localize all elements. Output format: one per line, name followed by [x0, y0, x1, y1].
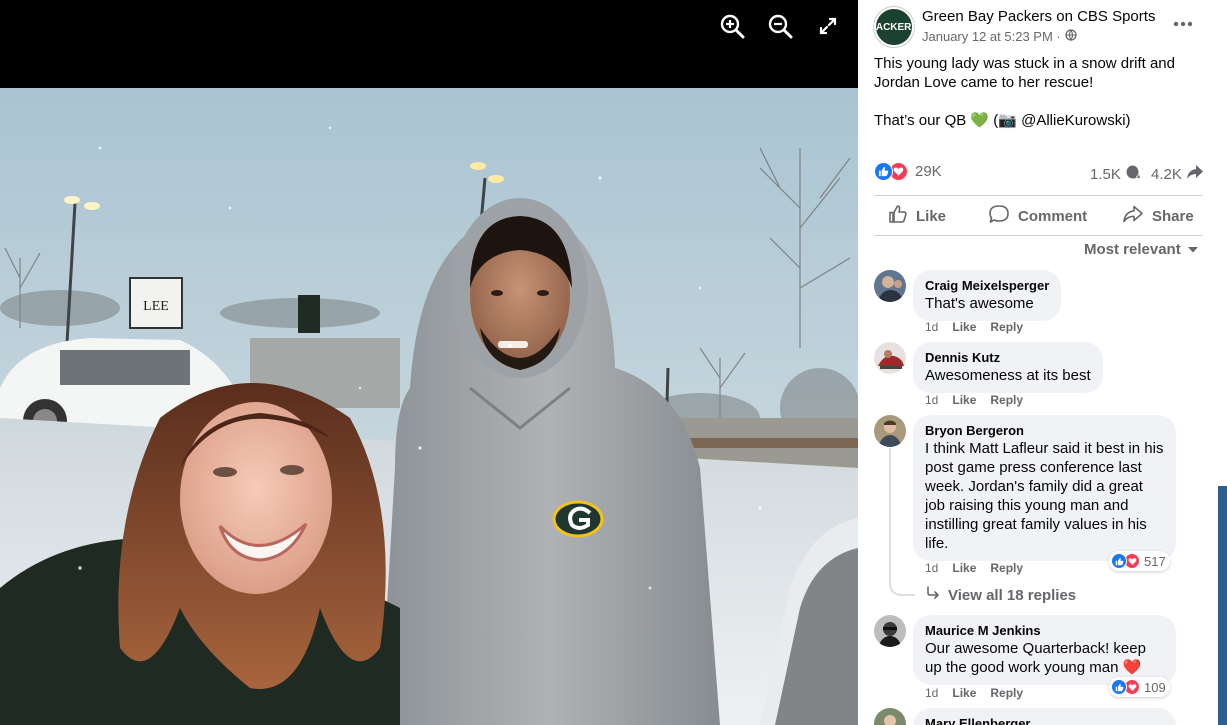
comment-bubble: Bryon Bergeron I think Matt Lafleur said…: [913, 415, 1176, 561]
comment-time[interactable]: 1d: [925, 561, 938, 575]
comment-like-button[interactable]: Like: [952, 393, 976, 407]
comment-actions: 1d Like Reply: [925, 393, 1023, 407]
comment-reactions[interactable]: 109: [1109, 677, 1170, 697]
more-options-icon[interactable]: [1168, 12, 1198, 36]
post-panel: PACKERS Green Bay Packers on CBS Sports …: [858, 0, 1218, 725]
divider: [874, 235, 1202, 236]
window-edge-background: [1218, 486, 1227, 725]
comment-bubble: Mary Ellenberger: [913, 708, 1176, 725]
comment-time[interactable]: 1d: [925, 393, 938, 407]
comment-like-button[interactable]: Like: [952, 320, 976, 334]
reply-arrow-icon: [926, 586, 940, 604]
chevron-down-icon: [1187, 241, 1199, 258]
comment-button[interactable]: Comment: [988, 198, 1087, 234]
page-name[interactable]: Green Bay Packers on CBS Sports: [922, 8, 1155, 25]
share-arrow-icon: [1186, 164, 1204, 184]
comment-actions: 1d Like Reply: [925, 320, 1023, 334]
comments-count[interactable]: 1.5K: [1090, 166, 1121, 183]
comment-like-button[interactable]: Like: [952, 561, 976, 575]
post-timestamp[interactable]: January 12 at 5:23 PM ·: [922, 29, 1077, 44]
page-avatar-text: PACKERS: [869, 21, 919, 33]
like-reaction-icon: [1111, 679, 1127, 695]
comment-actions: 1d Like Reply: [925, 561, 1023, 575]
avatar[interactable]: [874, 615, 906, 647]
share-button[interactable]: Share: [1122, 198, 1194, 234]
like-reaction-icon: [874, 162, 893, 181]
divider: [874, 195, 1202, 196]
post-photo: LEE: [0, 88, 858, 725]
comment-author[interactable]: Mary Ellenberger: [925, 716, 1164, 725]
comment-reply-button[interactable]: Reply: [990, 686, 1023, 700]
post-text-line: This young lady was stuck in a snow drif…: [874, 55, 1175, 91]
avatar[interactable]: [874, 708, 906, 725]
comment-icon: [988, 204, 1010, 228]
like-button-label: Like: [916, 207, 947, 225]
page-avatar[interactable]: PACKERS: [870, 7, 918, 47]
avatar[interactable]: [874, 342, 906, 374]
avatar[interactable]: [874, 270, 906, 302]
comment-author[interactable]: Maurice M Jenkins: [925, 623, 1164, 639]
comment-text: That's awesome: [925, 295, 1034, 312]
post-text-line: That’s our QB 💚 (📷 @AllieKurowski): [874, 112, 1131, 129]
comment-reactions[interactable]: 517: [1109, 551, 1170, 571]
comment-reaction-count: 517: [1144, 553, 1166, 569]
post-text: This young lady was stuck in a snow drif…: [874, 54, 1204, 149]
post-timestamp-text[interactable]: January 12 at 5:23 PM ·: [922, 29, 1061, 44]
comment-sort-label: Most relevant: [1084, 241, 1181, 258]
comment-time[interactable]: 1d: [925, 320, 938, 334]
comment-bubble: Maurice M Jenkins Our awesome Quarterbac…: [913, 615, 1176, 685]
comment-button-label: Comment: [1018, 207, 1088, 225]
comment-bubble-icon: [1125, 164, 1141, 184]
comment-sort-dropdown[interactable]: Most relevant: [1084, 241, 1199, 258]
comment-reply-button[interactable]: Reply: [990, 561, 1023, 575]
comment-bubble: Dennis Kutz Awesomeness at its best: [913, 342, 1103, 393]
comment-author[interactable]: Bryon Bergeron: [925, 423, 1164, 439]
globe-icon: [1065, 29, 1077, 44]
comments-count-link[interactable]: 1.5K: [1090, 164, 1141, 184]
zoom-in-icon[interactable]: [718, 12, 746, 40]
shares-count[interactable]: 4.2K: [1151, 166, 1182, 183]
photo-viewer: LEE: [0, 0, 858, 725]
comment-bubble: Craig Meixelsperger That's awesome: [913, 270, 1062, 321]
fullscreen-icon[interactable]: [814, 12, 842, 40]
comment-author[interactable]: Dennis Kutz: [925, 350, 1091, 366]
reactions-count[interactable]: 29K: [915, 163, 942, 180]
thumbs-up-icon: [888, 204, 908, 228]
reply-thread-line: [889, 448, 915, 596]
comment-text: I think Matt Lafleur said it best in his…: [925, 440, 1164, 552]
like-reaction-icon: [1111, 553, 1127, 569]
comment-reply-button[interactable]: Reply: [990, 320, 1023, 334]
comment-text: Awesomeness at its best: [925, 367, 1091, 384]
zoom-out-icon[interactable]: [766, 12, 794, 40]
comment-actions: 1d Like Reply: [925, 686, 1023, 700]
comment-reply-button[interactable]: Reply: [990, 393, 1023, 407]
comment-time[interactable]: 1d: [925, 686, 938, 700]
comment-text: Our awesome Quarterback! keep up the goo…: [925, 640, 1146, 676]
comment-reaction-count: 109: [1144, 679, 1166, 695]
view-replies-label: View all 18 replies: [948, 586, 1077, 604]
svg-text:LEE: LEE: [143, 299, 169, 314]
comment-author[interactable]: Craig Meixelsperger: [925, 278, 1049, 294]
view-replies-link[interactable]: View all 18 replies: [926, 586, 1076, 604]
comment-like-button[interactable]: Like: [952, 686, 976, 700]
shares-count-link[interactable]: 4.2K: [1151, 164, 1204, 184]
reaction-summary[interactable]: 29K: [874, 162, 942, 181]
like-button[interactable]: Like: [888, 198, 946, 234]
share-button-label: Share: [1152, 207, 1194, 225]
avatar[interactable]: [874, 415, 906, 447]
share-icon: [1122, 204, 1144, 228]
